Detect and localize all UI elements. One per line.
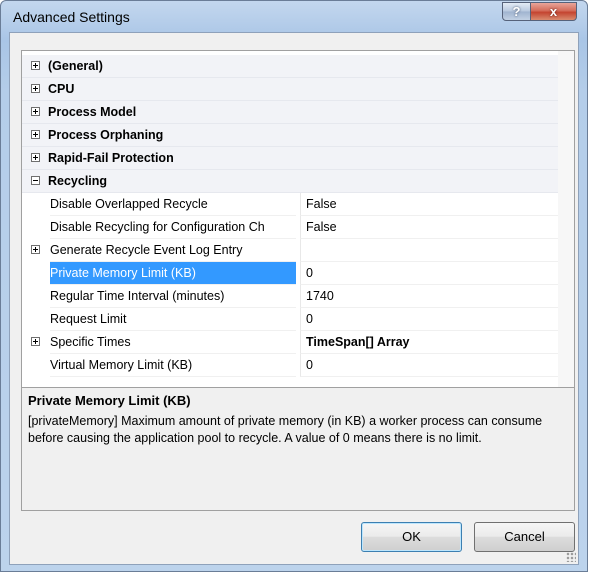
property-value[interactable]: 1740 <box>300 285 558 308</box>
category-process-orphaning[interactable]: Process Orphaning <box>22 124 558 147</box>
cancel-button[interactable]: Cancel <box>474 522 575 552</box>
property-row-private-memory-limit[interactable]: Private Memory Limit (KB) 0 <box>22 262 558 285</box>
expand-plus-icon[interactable] <box>31 153 40 162</box>
property-row-disable-recycling-config-change[interactable]: Disable Recycling for Configuration Ch F… <box>22 216 558 239</box>
property-value[interactable]: TimeSpan[] Array <box>300 331 558 354</box>
dialog-client-area: (General) CPU Process Model Process Orph… <box>9 32 579 565</box>
grid-scroll-area[interactable] <box>558 51 574 415</box>
property-value[interactable]: 0 <box>300 262 558 285</box>
property-value[interactable] <box>300 239 558 262</box>
expand-plus-icon[interactable] <box>31 130 40 139</box>
property-value[interactable]: False <box>300 193 558 216</box>
property-name: Specific Times <box>50 331 296 354</box>
property-name: Request Limit <box>50 308 296 331</box>
category-label: (General) <box>48 59 103 73</box>
property-row-disable-overlapped-recycle[interactable]: Disable Overlapped Recycle False <box>22 193 558 216</box>
dialog-title: Advanced Settings <box>13 9 130 25</box>
category-process-model[interactable]: Process Model <box>22 101 558 124</box>
ok-button[interactable]: OK <box>361 522 462 552</box>
property-value[interactable]: 0 <box>300 308 558 331</box>
collapse-minus-icon[interactable] <box>31 176 40 185</box>
category-label: Rapid-Fail Protection <box>48 151 174 165</box>
advanced-settings-dialog: Advanced Settings ? x (General) CPU Proc… <box>0 0 588 572</box>
property-value[interactable]: False <box>300 216 558 239</box>
property-name: Generate Recycle Event Log Entry <box>50 239 296 262</box>
property-name: Disable Recycling for Configuration Ch <box>50 216 296 239</box>
property-row-regular-time-interval[interactable]: Regular Time Interval (minutes) 1740 <box>22 285 558 308</box>
property-name: Private Memory Limit (KB) <box>50 262 296 285</box>
title-bar[interactable]: Advanced Settings ? x <box>1 1 587 33</box>
category-general[interactable]: (General) <box>22 55 558 78</box>
description-text: [privateMemory] Maximum amount of privat… <box>28 414 543 445</box>
property-grid: (General) CPU Process Model Process Orph… <box>21 50 575 416</box>
property-value[interactable]: 0 <box>300 354 558 377</box>
expand-plus-icon[interactable] <box>31 84 40 93</box>
close-button[interactable]: x <box>530 2 577 21</box>
property-row-generate-recycle-event-log-entry[interactable]: Generate Recycle Event Log Entry <box>22 239 558 262</box>
expand-plus-icon[interactable] <box>31 245 40 254</box>
property-row-specific-times[interactable]: Specific Times TimeSpan[] Array <box>22 331 558 354</box>
category-label: Recycling <box>48 174 108 188</box>
description-title: Private Memory Limit (KB) <box>28 393 191 408</box>
property-name: Regular Time Interval (minutes) <box>50 285 296 308</box>
help-button[interactable]: ? <box>502 2 531 21</box>
expand-plus-icon[interactable] <box>31 337 40 346</box>
property-row-request-limit[interactable]: Request Limit 0 <box>22 308 558 331</box>
close-icon: x <box>549 4 558 19</box>
property-name: Virtual Memory Limit (KB) <box>50 354 296 377</box>
category-rapid-fail-protection[interactable]: Rapid-Fail Protection <box>22 147 558 170</box>
description-panel: Private Memory Limit (KB) [privateMemory… <box>21 387 575 511</box>
category-label: Process Orphaning <box>48 128 164 142</box>
help-icon: ? <box>512 4 521 19</box>
property-name: Disable Overlapped Recycle <box>50 193 296 216</box>
property-row-virtual-memory-limit[interactable]: Virtual Memory Limit (KB) 0 <box>22 354 558 377</box>
resize-grip-icon[interactable] <box>566 552 576 562</box>
category-recycling[interactable]: Recycling <box>22 170 558 193</box>
category-label: Process Model <box>48 105 137 119</box>
expand-plus-icon[interactable] <box>31 61 40 70</box>
category-label: CPU <box>48 82 75 96</box>
category-cpu[interactable]: CPU <box>22 78 558 101</box>
expand-plus-icon[interactable] <box>31 107 40 116</box>
